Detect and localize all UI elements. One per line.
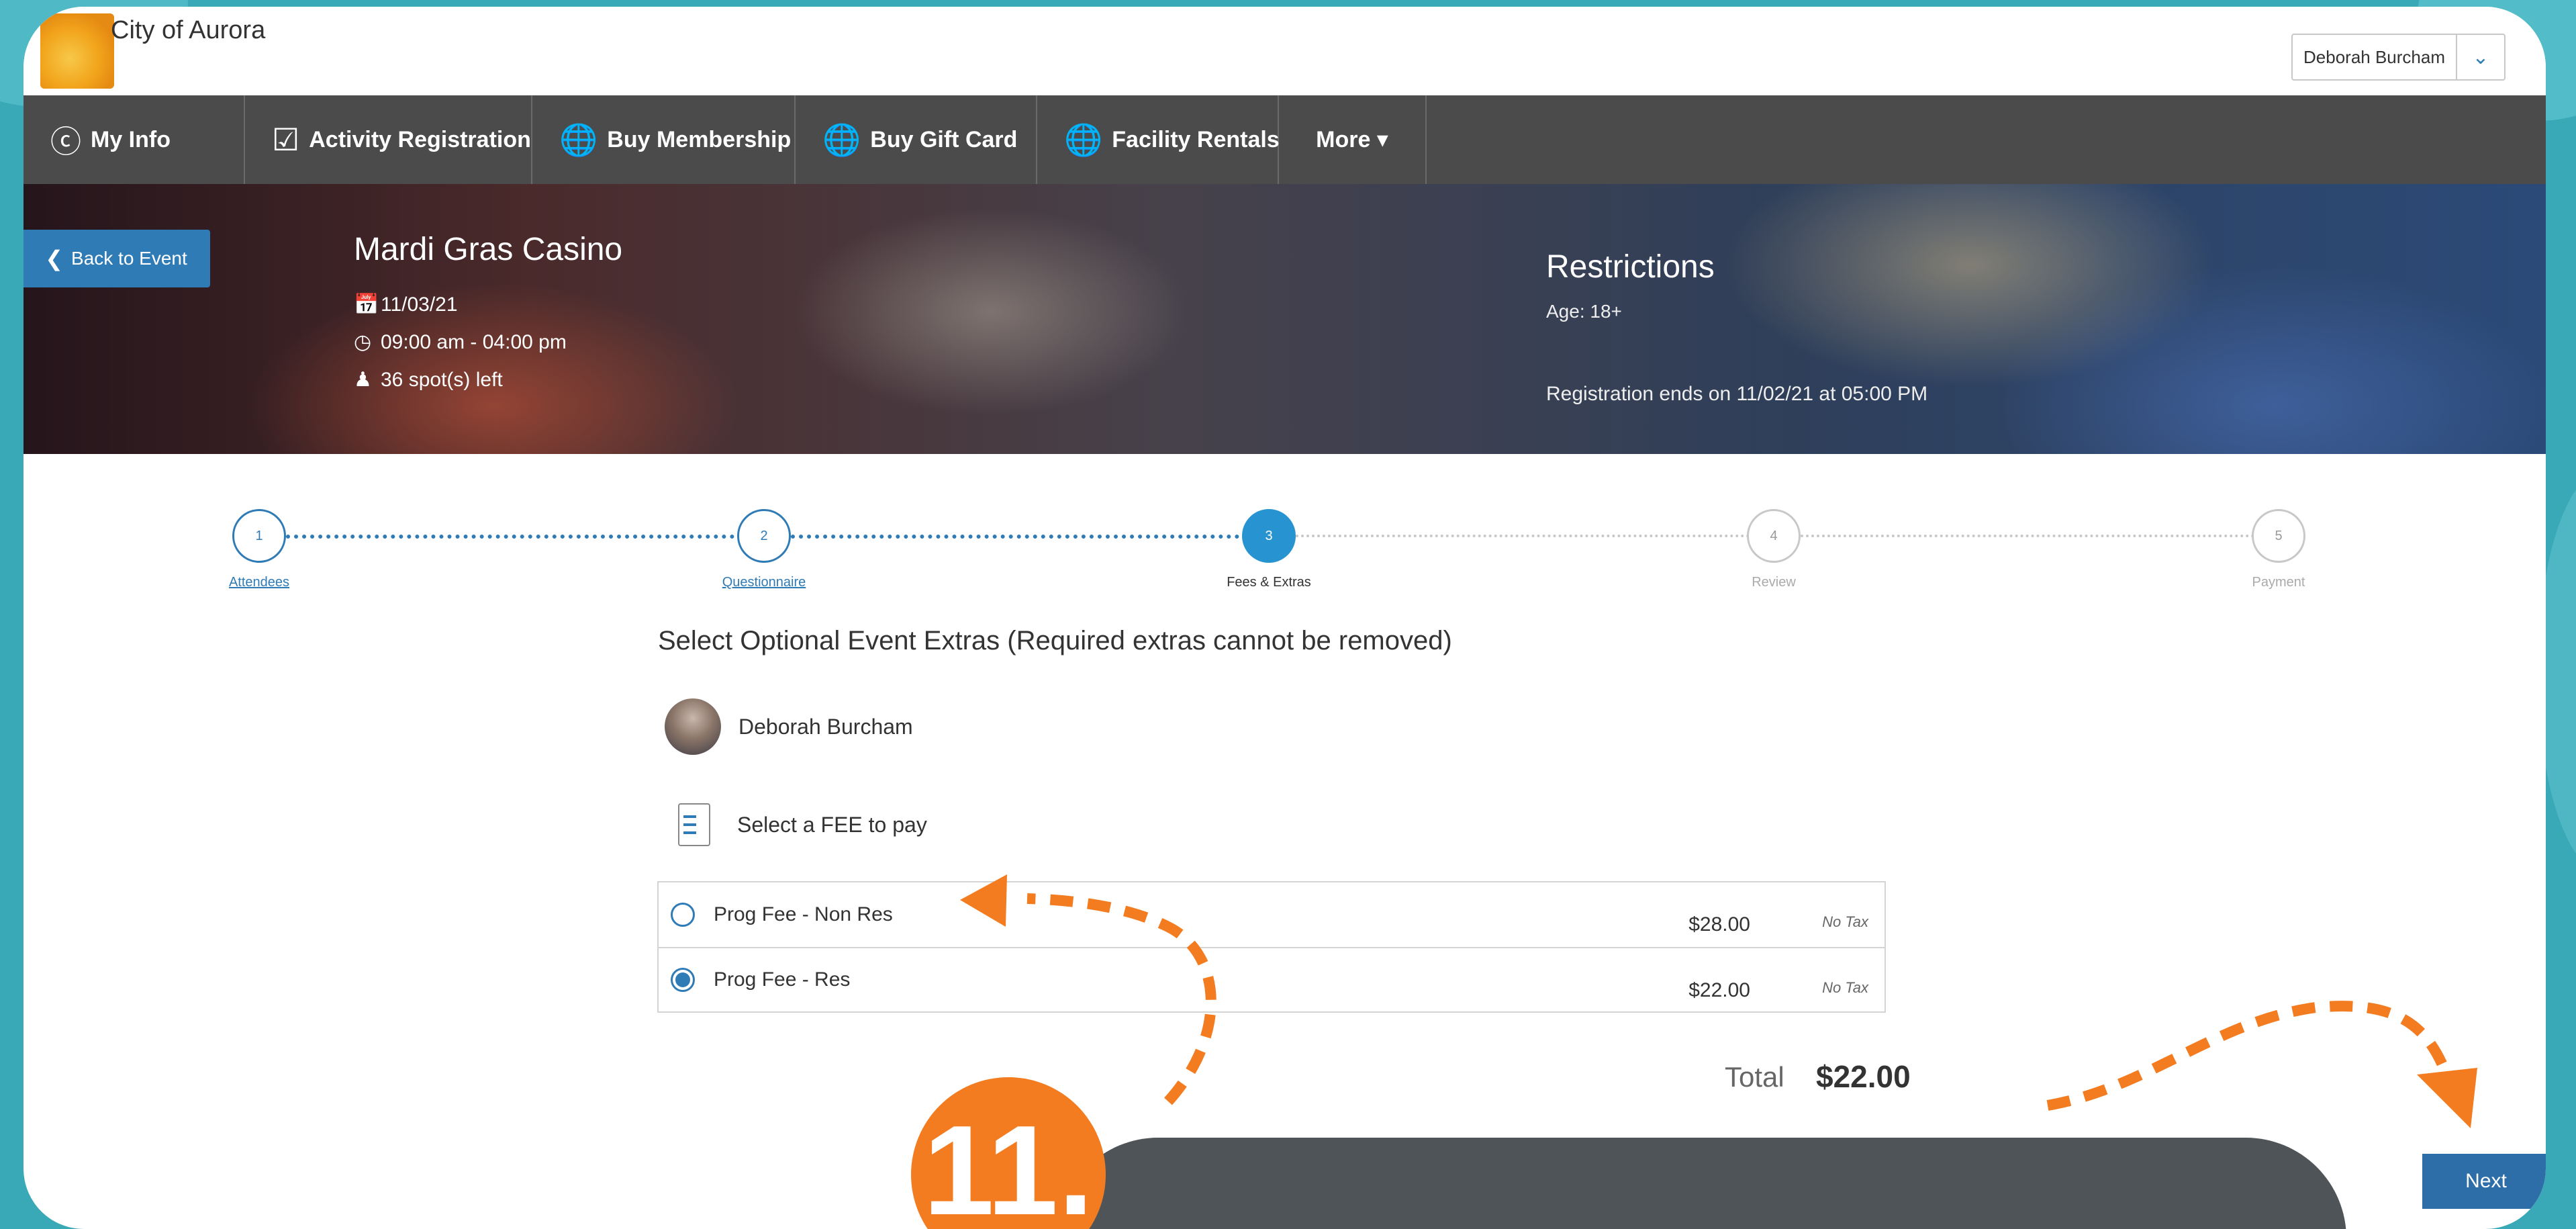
tutorial-arrows [960, 874, 2477, 1128]
arrowhead-icon [2417, 1068, 2477, 1128]
arrow-to-next-button [2046, 1001, 2449, 1111]
arrow-to-fee-option [1027, 893, 1217, 1105]
arrowhead-icon [960, 874, 1007, 927]
